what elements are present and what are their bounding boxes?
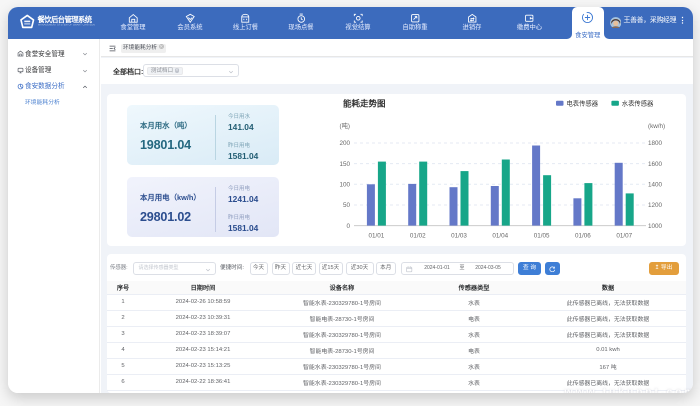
svg-text:1400: 1400 [648,181,663,188]
svg-text:01/07: 01/07 [616,232,632,239]
svg-text:能耗走势图: 能耗走势图 [343,98,386,108]
svg-text:0: 0 [346,223,350,230]
svg-text:01/02: 01/02 [410,232,426,239]
svg-text:(kw/h): (kw/h) [648,123,665,130]
svg-text:电表传感器: 电表传感器 [567,98,599,107]
svg-text:01/01: 01/01 [369,232,385,239]
svg-text:1600: 1600 [648,161,663,168]
svg-text:150: 150 [339,161,350,168]
svg-text:200: 200 [339,140,350,147]
svg-text:1800: 1800 [648,140,663,147]
svg-text:01/04: 01/04 [492,232,508,239]
svg-text:水表传感器: 水表传感器 [622,98,654,107]
svg-text:(吨): (吨) [340,121,351,130]
svg-text:100: 100 [339,181,350,188]
svg-text:1200: 1200 [648,202,663,209]
svg-text:01/03: 01/03 [451,232,467,239]
svg-text:01/06: 01/06 [575,232,591,239]
svg-text:01/05: 01/05 [534,232,550,239]
svg-text:1000: 1000 [648,223,663,230]
svg-text:50: 50 [343,202,351,209]
